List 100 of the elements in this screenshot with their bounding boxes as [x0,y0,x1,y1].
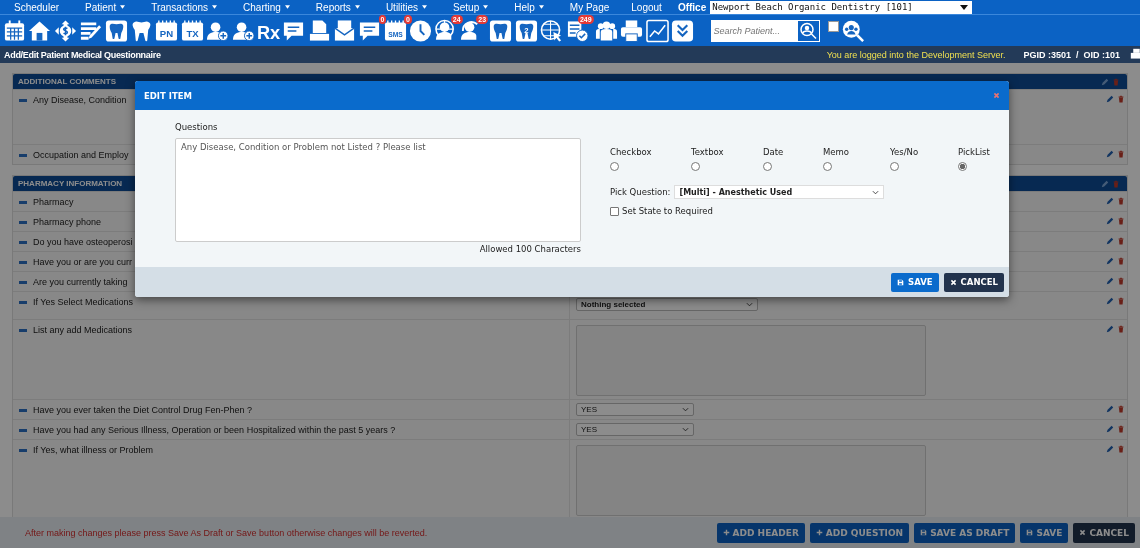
menu-item[interactable]: Help [514,1,544,13]
clock-icon[interactable] [409,18,433,43]
footer-button[interactable]: CANCEL [1073,522,1135,543]
pencil-icon[interactable] [1106,297,1114,305]
dialog-button[interactable]: CANCEL [943,272,1004,292]
drag-handle-icon[interactable] [19,449,27,452]
pencil-icon[interactable] [1106,405,1114,413]
pgid-label: PGID :3501 [1023,49,1071,60]
chart-icon[interactable] [645,18,669,43]
trash-icon[interactable] [1117,237,1125,245]
envelope-icon[interactable] [333,18,357,43]
office-dropdown[interactable]: Newport Beach Organic Dentistry [101] [710,0,973,14]
tooth-number-icon[interactable]: 2 [514,18,538,43]
menu-item[interactable]: Utilities [385,1,428,13]
pencil-icon[interactable] [1106,257,1114,265]
calendar-icon[interactable] [3,18,26,43]
drag-handle-icon[interactable] [19,201,27,204]
pencil-icon[interactable] [1106,197,1114,205]
pencil-icon[interactable] [1106,277,1114,285]
type-radio-button[interactable] [691,162,700,171]
footer-button[interactable]: SAVE AS DRAFT [914,522,1016,543]
menu-item[interactable]: Scheduler [14,1,60,13]
menu-item[interactable]: Reports [315,1,360,13]
home-icon[interactable] [28,18,52,43]
trash-icon[interactable] [1117,425,1125,433]
menu-item[interactable]: My Page [569,1,610,13]
caret-icon [538,5,544,9]
answer-dropdown[interactable]: YES [576,423,694,436]
menu-item[interactable]: Patient [85,1,126,13]
drag-handle-icon[interactable] [19,329,27,332]
footer-button[interactable]: ADD HEADER [716,522,805,543]
chevrons-icon[interactable] [671,18,695,43]
printer-icon[interactable] [1130,48,1140,61]
office-label: Office [677,1,707,13]
drag-handle-icon[interactable] [19,154,27,157]
group-icon[interactable] [595,18,618,43]
question-label: Are you currently taking [33,277,128,287]
question-label: If Yes, what illness or Problem [33,445,154,455]
dollar-icon[interactable] [53,18,77,43]
drag-handle-icon[interactable] [19,281,27,284]
trash-icon[interactable] [1117,277,1125,285]
type-label: Textbox [691,147,725,157]
medications-dropdown[interactable]: Nothing selected [576,298,758,311]
pick-question-dropdown[interactable]: [Multi] - Anesthetic Used [674,185,885,199]
menu-item[interactable]: Transactions [151,1,218,13]
drag-handle-icon[interactable] [19,99,27,102]
type-label: Checkbox [610,147,653,157]
type-radio-button[interactable] [610,162,619,171]
footer-button[interactable]: ADD QUESTION [809,522,910,543]
text-icon[interactable]: TX [180,18,204,43]
type-radio-button[interactable] [763,162,772,171]
type-radio-button[interactable] [958,162,967,171]
tooth-icon[interactable] [489,18,513,43]
question-label: List any add Medications [33,325,133,335]
trash-icon[interactable] [1117,197,1125,205]
trash-icon[interactable] [1117,325,1125,333]
pencil-icon[interactable] [1106,445,1114,453]
trash-icon[interactable] [1117,150,1125,158]
trash-icon[interactable] [1117,257,1125,265]
patient-search-field[interactable]: Search Patient... [710,19,797,42]
checkbox[interactable] [827,21,839,32]
pencil-icon[interactable] [1106,217,1114,225]
pencil-icon[interactable] [1106,325,1114,333]
drag-handle-icon[interactable] [19,301,27,304]
chevron-down-icon [682,407,689,412]
trash-icon[interactable] [1117,297,1125,305]
drag-handle-icon[interactable] [19,221,27,224]
question-text-area[interactable]: Any Disease, Condition or Problem not Listed ? Please list [175,138,581,242]
type-radio-button[interactable] [823,162,832,171]
rx-icon[interactable]: Rx [256,18,280,43]
menu-item[interactable]: Logout [631,1,662,13]
pencil-icon[interactable] [1106,425,1114,433]
menu-item[interactable]: Setup [453,1,489,13]
answer-dropdown[interactable]: YES [576,403,694,416]
drag-handle-icon[interactable] [19,261,27,264]
type-label: Yes/No [890,147,920,157]
pencil-icon[interactable] [1106,237,1114,245]
trash-icon[interactable] [1117,95,1125,103]
dialog-button[interactable]: SAVE [891,272,939,292]
footer-button[interactable]: SAVE [1020,522,1069,543]
drag-handle-icon[interactable] [19,429,27,432]
type-label: Memo [823,147,851,157]
drag-handle-icon[interactable] [19,241,27,244]
pencil-icon[interactable] [1106,150,1114,158]
menu-item[interactable]: Charting [243,1,290,13]
trash-icon[interactable] [1117,445,1125,453]
type-radio-button[interactable] [890,162,899,171]
caret-icon [284,5,290,9]
printer-icon[interactable] [620,18,644,43]
trash-icon[interactable] [1117,405,1125,413]
pencil-icon[interactable] [1106,95,1114,103]
group-search-icon[interactable] [841,19,864,42]
scanner-icon[interactable] [307,18,331,43]
required-checkbox[interactable] [610,206,619,216]
globe-cursor-icon[interactable] [540,18,564,43]
drag-handle-icon[interactable] [19,409,27,412]
tooth-chart-icon[interactable] [104,18,128,43]
user-search-button[interactable] [796,19,820,42]
trash-icon[interactable] [1117,217,1125,225]
text-icon[interactable]: PN [155,18,179,43]
